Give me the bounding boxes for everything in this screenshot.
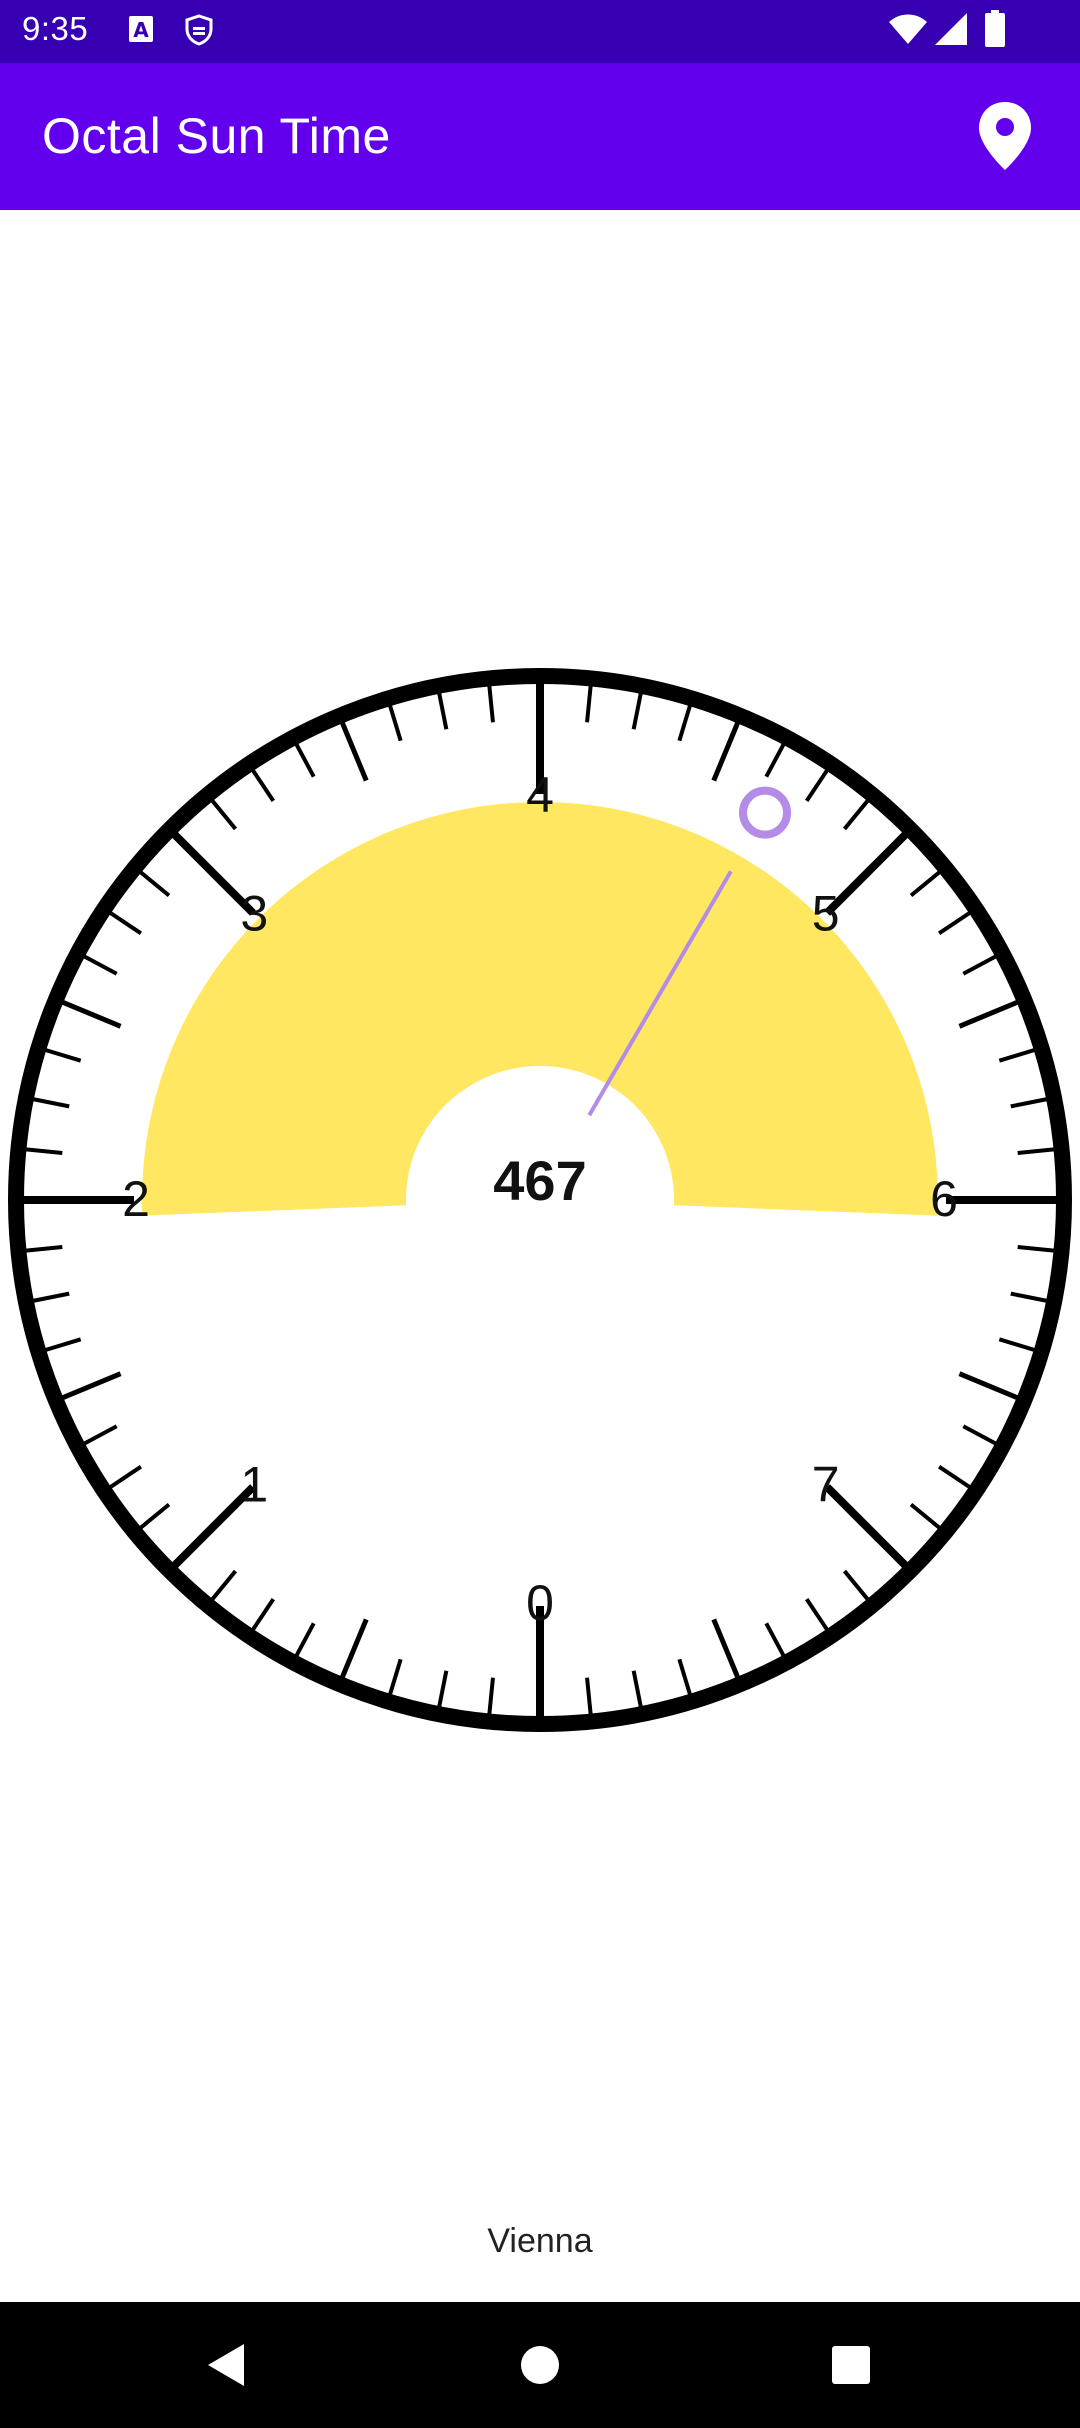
hour-label: 4 — [526, 767, 554, 823]
recents-button[interactable] — [818, 2332, 884, 2398]
app-title: Octal Sun Time — [42, 108, 391, 164]
hour-label: 0 — [526, 1575, 554, 1631]
status-time: 9:35 — [22, 10, 89, 47]
dial-tick — [711, 714, 743, 782]
location-button[interactable] — [965, 96, 1045, 176]
dial-tick — [54, 1371, 122, 1403]
back-button[interactable] — [192, 2332, 258, 2398]
hour-label: 3 — [240, 885, 268, 941]
dial-tick — [958, 1371, 1026, 1403]
dial-tick — [54, 997, 122, 1029]
hour-label: 1 — [240, 1457, 268, 1513]
dial-tick — [711, 1618, 743, 1686]
dial-tick — [337, 1618, 369, 1686]
battery-icon — [984, 10, 1006, 52]
font-a-icon: A — [128, 14, 154, 48]
home-button[interactable] — [507, 2332, 573, 2398]
dial-tick — [958, 997, 1026, 1029]
back-triangle-icon — [208, 2344, 244, 2386]
time-hand-knob[interactable] — [739, 786, 792, 839]
hour-label: 5 — [812, 885, 840, 941]
dial-tick — [824, 1484, 914, 1574]
navigation-bar — [0, 2302, 1080, 2428]
recents-square-icon — [832, 2346, 870, 2384]
status-bar: 9:35 A — [0, 0, 1080, 63]
wifi-icon — [888, 12, 928, 50]
hour-label: 6 — [930, 1171, 958, 1227]
home-circle-icon — [521, 2346, 559, 2384]
location-pin-icon — [979, 102, 1031, 170]
shield-key-icon — [184, 14, 214, 50]
location-city: Vienna — [487, 2222, 593, 2260]
hour-label: 2 — [122, 1171, 150, 1227]
svg-text:A: A — [133, 18, 149, 42]
hour-label: 7 — [812, 1457, 840, 1513]
dial-tick — [337, 714, 369, 782]
signal-icon — [934, 12, 968, 50]
dial-tick — [824, 826, 914, 916]
center-time-value: 467 — [493, 1149, 586, 1212]
app-bar: Octal Sun Time — [0, 63, 1080, 210]
octal-clock-dial: 0 1 2 3 4 5 6 7 467 — [8, 668, 1072, 1732]
